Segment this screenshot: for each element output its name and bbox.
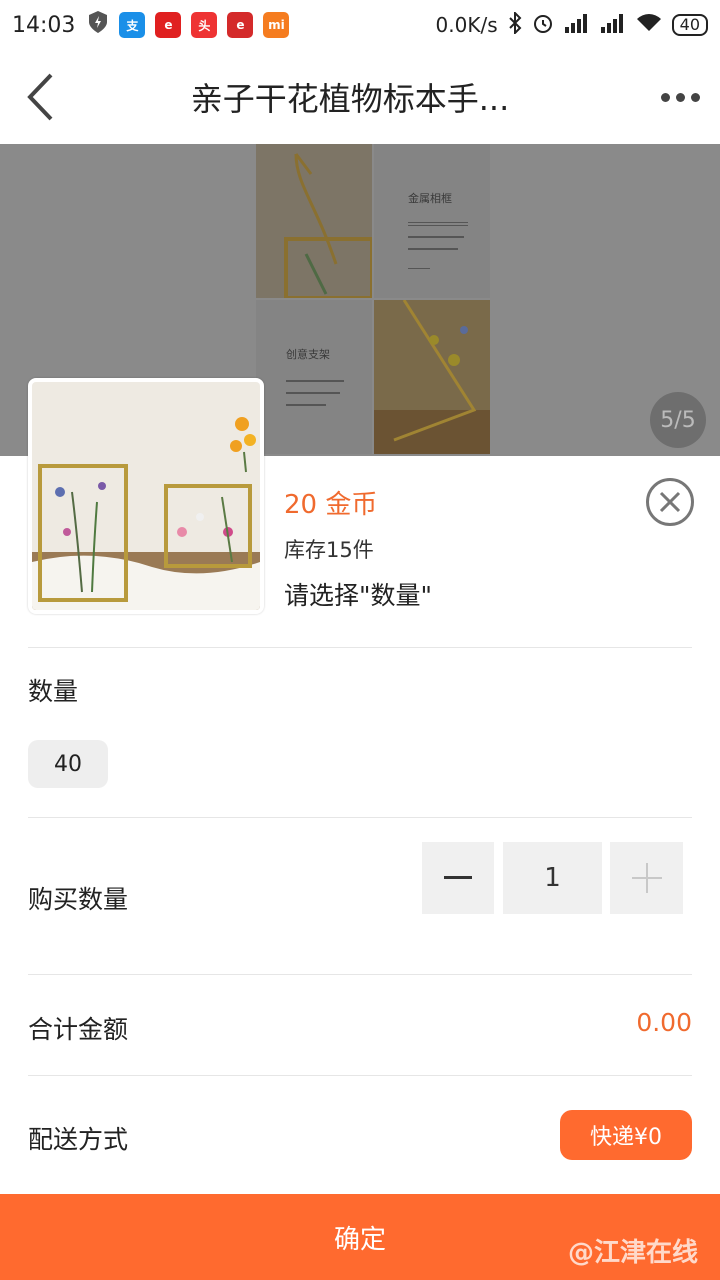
product-thumbnail[interactable] [28,378,264,614]
quantity-spec-label: 数量 [28,677,79,706]
app-e2-icon: e [227,12,254,38]
page-indicator: 5/5 [650,392,706,448]
alipay-icon: 支 [119,12,146,38]
app-e-icon: e [155,12,182,38]
more-dot-icon [690,92,700,102]
mi-icon: mi [263,12,290,38]
divider [28,974,692,975]
more-dot-icon [675,92,685,102]
stock-count: 库存15件 [284,538,374,562]
total-amount-label: 合计金额 [28,1015,129,1044]
collage-tile-text-1: 金属相框 [374,144,490,298]
selection-prompt: 请选择"数量" [284,581,432,610]
toutiao-icon: 头 [191,12,218,38]
minus-icon [444,876,472,879]
bluetooth-icon [508,10,522,39]
close-button[interactable] [646,478,694,526]
more-button[interactable] [640,50,720,144]
nav-bar: 亲子干花植物标本手... [0,50,720,144]
delivery-method-label: 配送方式 [28,1125,129,1154]
quantity-option-chip[interactable]: 40 [28,740,108,788]
product-price: 20 金币 [284,490,378,520]
shield-icon [87,10,109,40]
page-title: 亲子干花植物标本手... [190,80,510,118]
plus-icon [631,863,662,893]
status-right: 0.0K/s 40 [435,10,708,39]
product-collage: 金属相框 创意支架 [256,144,490,456]
delivery-option-express[interactable]: 快递¥0 [560,1110,692,1160]
buy-quantity-label: 购买数量 [28,885,129,914]
divider [28,1075,692,1076]
signal-icon-2 [600,13,626,38]
signal-icon [564,13,590,38]
status-bar: 14:03 支 e 头 e mi 0.0K/s 40 [0,0,720,50]
close-icon [659,491,681,513]
quantity-stepper-input[interactable]: 1 [503,842,602,914]
total-amount-value: 0.00 [636,1008,692,1037]
alarm-icon [532,12,554,39]
increment-button[interactable] [610,842,683,914]
chevron-left-icon [27,73,53,121]
decrement-button[interactable] [422,842,494,914]
divider [28,817,692,818]
collage-text-1: 金属相框 [408,192,452,205]
network-speed: 0.0K/s [435,13,498,37]
divider [28,647,692,648]
collage-tile-frame-stand [256,144,374,300]
collage-tile-text-2: 创意支架 [256,300,372,454]
status-app-icons: 支 e 头 e mi [87,10,290,40]
collage-text-2: 创意支架 [286,348,330,361]
battery-icon: 40 [671,14,708,36]
watermark: @江津在线 [567,1238,698,1268]
wifi-icon [636,13,662,38]
back-button[interactable] [0,50,80,144]
more-dot-icon [660,92,670,102]
collage-tile-frame-flowers [374,299,490,454]
status-time: 14:03 [12,12,76,38]
